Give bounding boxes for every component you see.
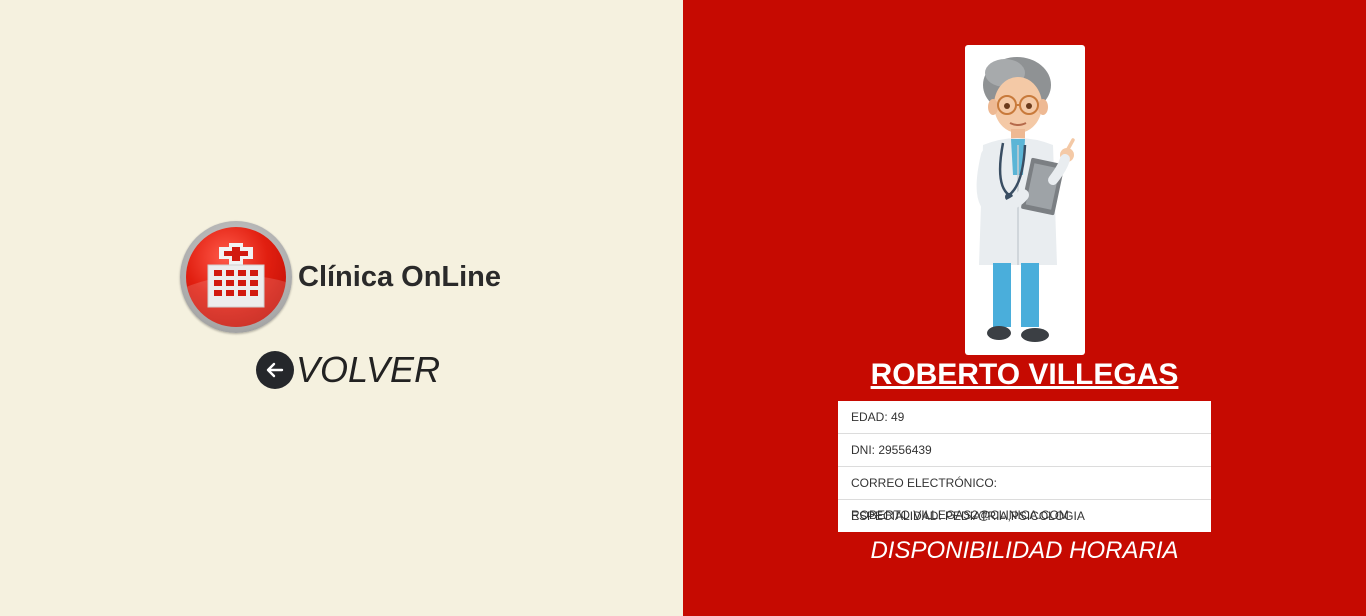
brand-name: Clínica OnLine [298,260,502,293]
doctor-avatar-icon [965,45,1085,355]
back-label: VOLVER [296,349,441,390]
back-button[interactable]: VOLVER [256,349,440,391]
availability-title: DISPONIBILIDAD HORARIA [870,537,1179,564]
detail-age: EDAD: 49 [838,401,1211,434]
detail-specialty: ESPECIALIDAD: PEDIATRIA,PSICOLOGIA [851,509,1085,523]
hospital-icon [180,221,292,333]
doctor-name: ROBERTO VILLEGAS [870,358,1179,391]
left-panel: Clínica OnLine VOLVER [0,0,683,616]
detail-dni: DNI: 29556439 [838,434,1211,467]
arrow-left-icon [256,351,294,389]
detail-email: CORREO ELECTRÓNICO: ROBERTO.VILLEGAS2@CL… [838,467,1211,522]
brand: Clínica OnLine [180,220,501,334]
doctor-details-list: EDAD: 49 DNI: 29556439 CORREO ELECTRÓNIC… [838,401,1211,532]
